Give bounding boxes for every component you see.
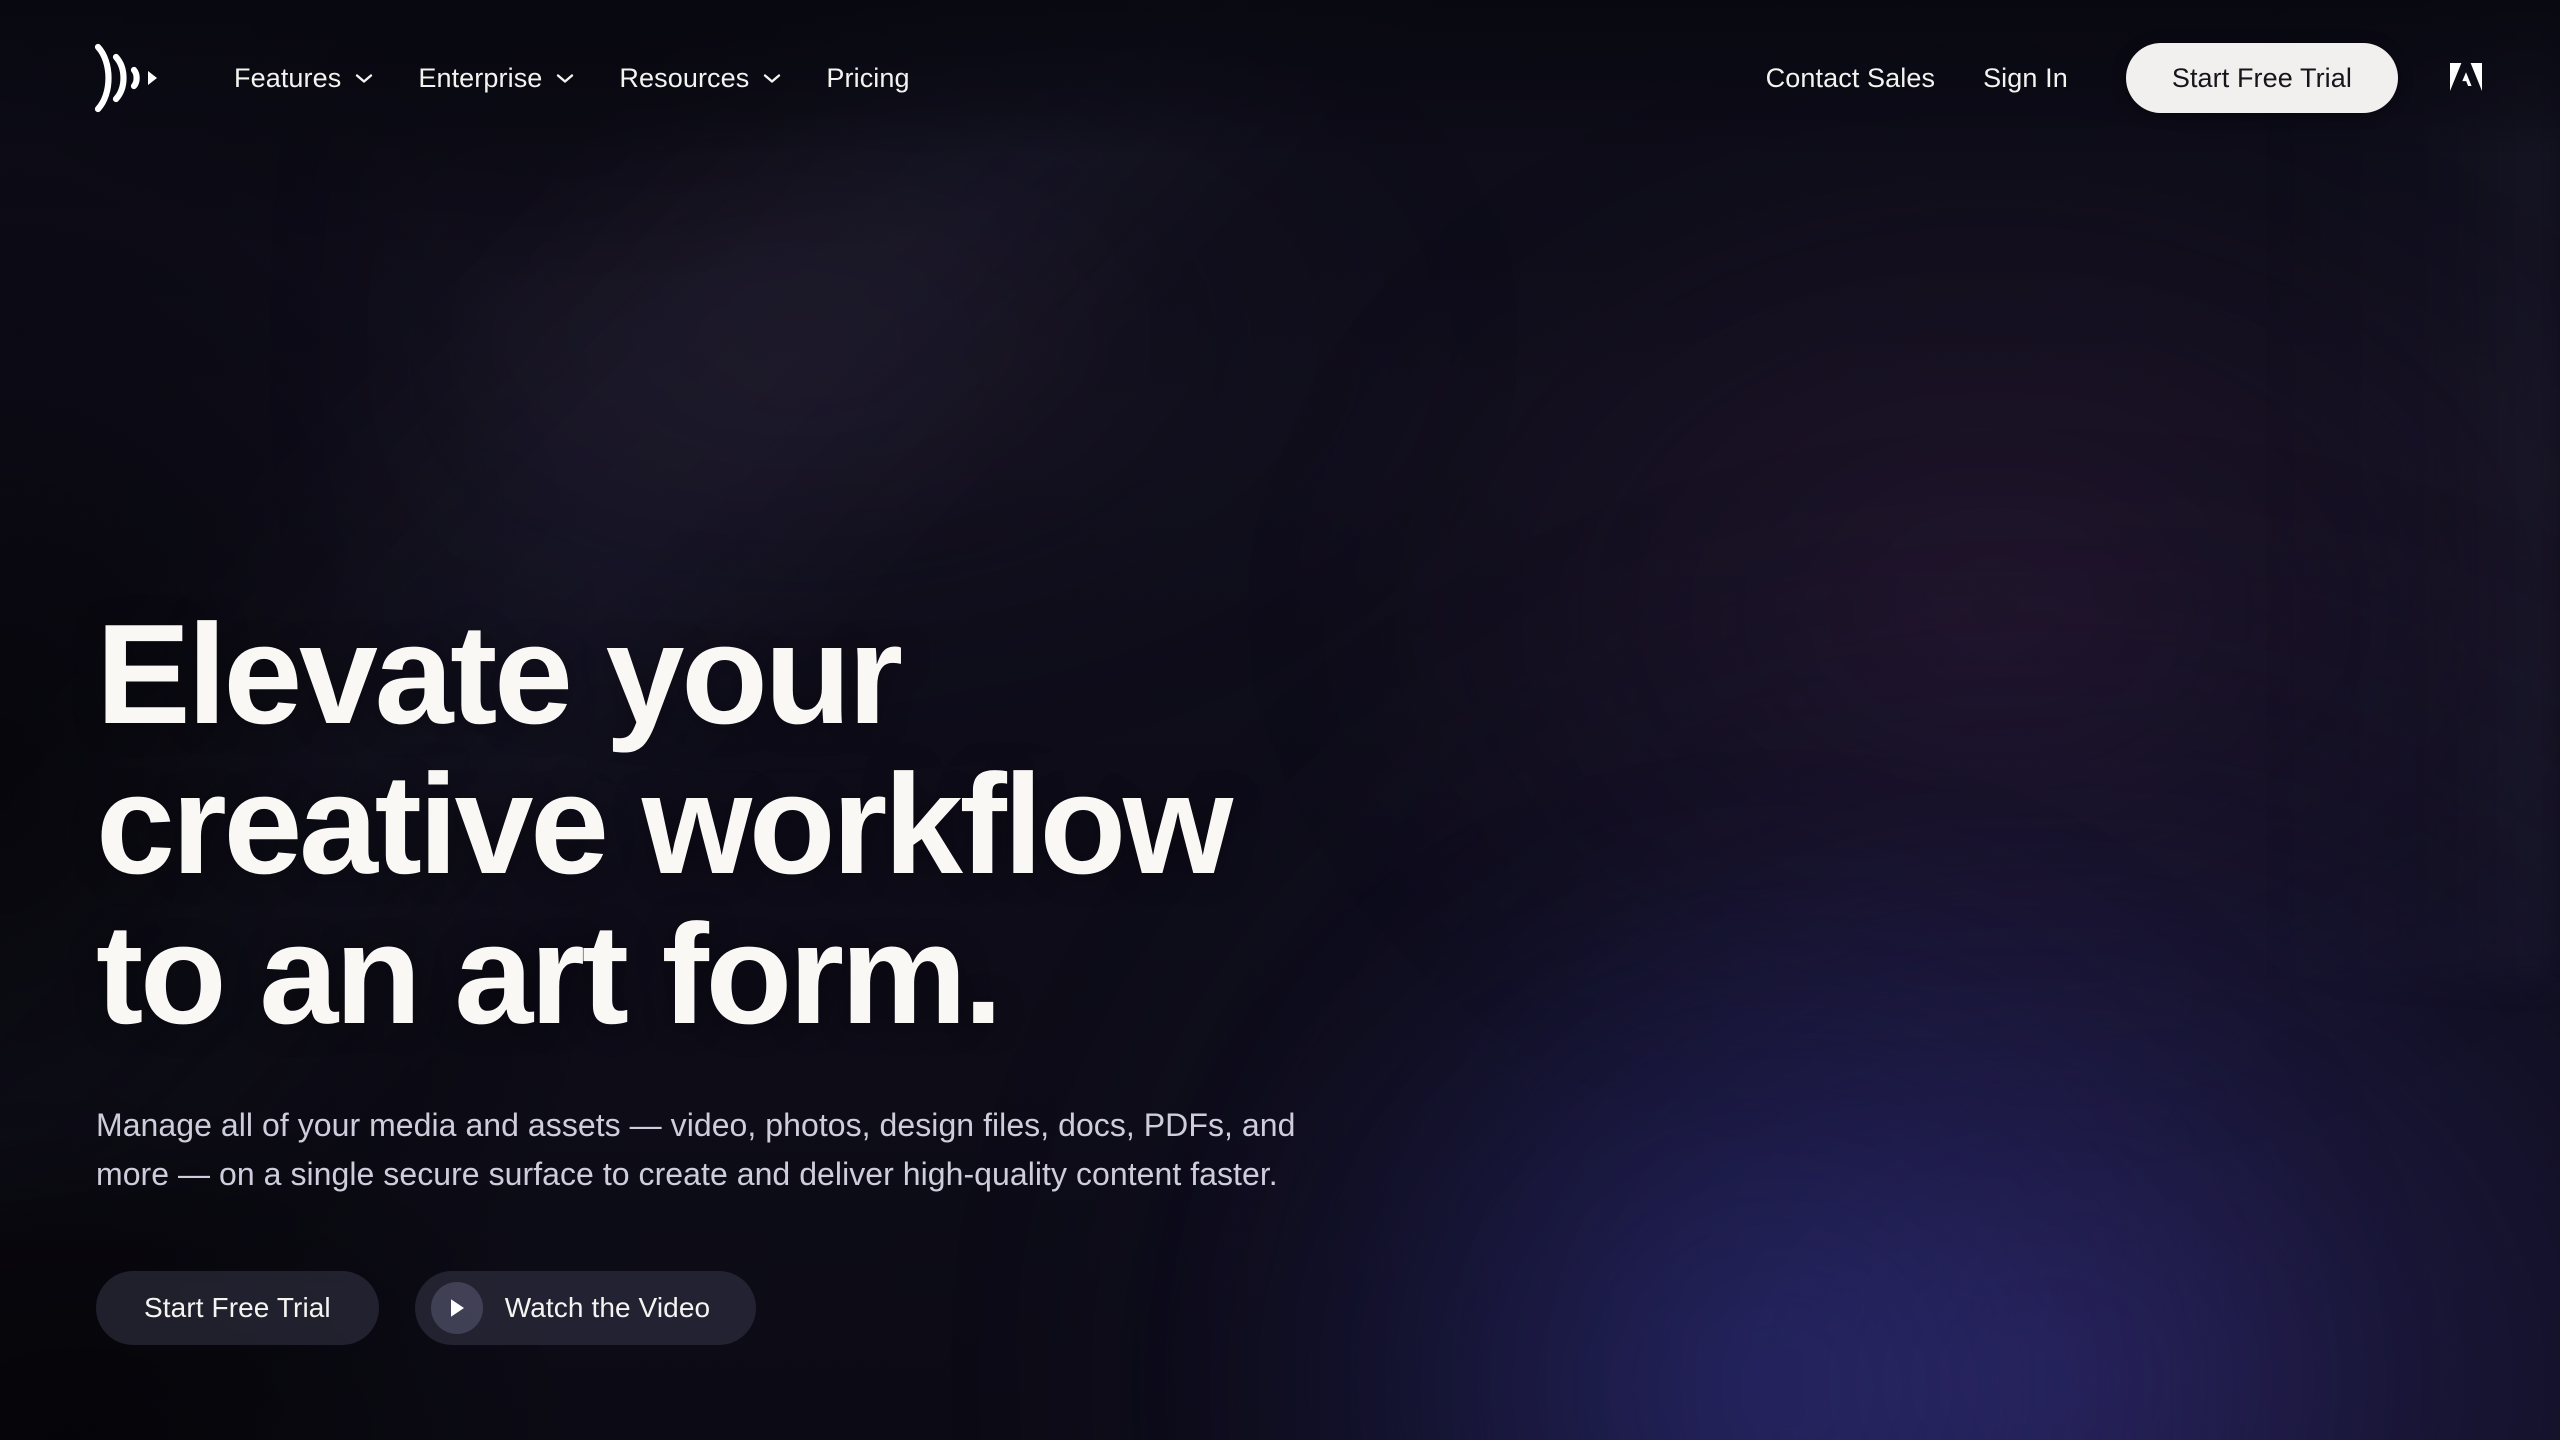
- hero-section: Elevate your creative workflow to an art…: [96, 600, 1436, 1345]
- header-actions: Contact Sales Sign In Start Free Trial: [1742, 43, 2488, 113]
- hero-start-free-trial-button[interactable]: Start Free Trial: [96, 1270, 379, 1345]
- chevron-down-icon: [764, 74, 781, 83]
- hero-title-line-1: Elevate your: [96, 595, 903, 754]
- adobe-a-logo-icon: [2450, 63, 2482, 91]
- contact-sales-link[interactable]: Contact Sales: [1742, 53, 1959, 104]
- site-header: Features Enterprise Resources Pricing Co…: [0, 0, 2560, 156]
- nav-item-enterprise[interactable]: Enterprise: [396, 53, 597, 104]
- nav-item-label: Features: [234, 62, 342, 93]
- hero-action-buttons: Start Free Trial Watch the Video: [96, 1270, 1436, 1345]
- nav-item-label: Pricing: [826, 62, 910, 93]
- sign-in-link[interactable]: Sign In: [1959, 53, 2092, 104]
- header-start-free-trial-button[interactable]: Start Free Trial: [2125, 43, 2398, 113]
- brand-logo[interactable]: [92, 40, 164, 116]
- page-title: Elevate your creative workflow to an art…: [96, 600, 1436, 1049]
- nav-item-resources[interactable]: Resources: [597, 53, 804, 104]
- hero-title-line-3: to an art form.: [96, 894, 1003, 1054]
- adobe-logo[interactable]: [2444, 56, 2488, 100]
- nav-item-label: Resources: [619, 62, 750, 93]
- primary-navigation: Features Enterprise Resources Pricing: [202, 53, 932, 104]
- watch-video-button[interactable]: Watch the Video: [414, 1270, 757, 1345]
- chevron-down-icon: [557, 74, 574, 83]
- nav-item-features[interactable]: Features: [212, 53, 396, 104]
- play-icon-badge: [430, 1281, 483, 1334]
- hero-title-line-2: creative workflow: [96, 744, 1233, 904]
- nav-item-pricing[interactable]: Pricing: [804, 53, 931, 104]
- hero-subtitle: Manage all of your media and assets — vi…: [96, 1107, 1296, 1193]
- play-triangle-icon: [450, 1298, 464, 1317]
- nav-item-label: Enterprise: [418, 62, 543, 93]
- page-stage: Features Enterprise Resources Pricing Co…: [0, 0, 2560, 1440]
- watch-video-label: Watch the Video: [504, 1291, 711, 1323]
- soundwave-logo-icon: [94, 43, 157, 113]
- chevron-down-icon: [356, 74, 373, 83]
